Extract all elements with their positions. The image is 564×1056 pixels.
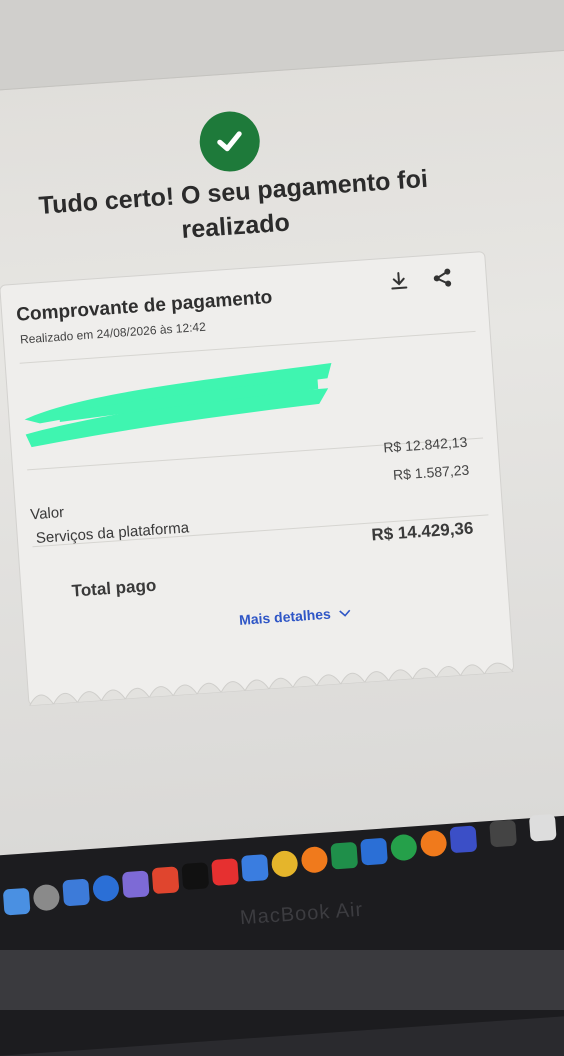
finder-icon[interactable]: [2, 887, 31, 916]
success-check-icon: [197, 109, 262, 174]
receipt-torn-edge: [28, 662, 514, 706]
capcut-icon[interactable]: [181, 862, 210, 891]
platform-fee-label: Serviços da plataforma: [35, 519, 190, 547]
browser-screen: Tudo certo! O seu pagamento foi realizad…: [0, 0, 564, 902]
keyboard-area: [0, 950, 564, 1010]
platform-fee-amount: R$ 1.587,23: [392, 461, 470, 483]
receipt-title: Comprovante de pagamento: [15, 286, 273, 326]
excel-icon[interactable]: [330, 841, 359, 870]
download-icon[interactable]: [387, 269, 410, 292]
activity-monitor-icon[interactable]: [489, 819, 517, 848]
signal-icon[interactable]: [241, 854, 269, 882]
value-amount: R$ 12.842,13: [382, 433, 468, 456]
redacted-info: [24, 362, 332, 448]
total-label: Total pago: [71, 575, 157, 601]
page-title: Tudo certo! O seu pagamento foi realizad…: [37, 164, 429, 245]
browser-top-bar: [0, 0, 564, 95]
firefox-icon[interactable]: [419, 829, 448, 858]
whatsapp-icon[interactable]: [389, 833, 418, 862]
more-details-link[interactable]: Mais detalhes: [239, 604, 352, 628]
total-amount: R$ 14.429,36: [370, 518, 474, 545]
chrome-icon[interactable]: [270, 849, 299, 878]
chevron-down-icon: [338, 604, 351, 621]
notes-icon[interactable]: [121, 870, 150, 899]
value-label: Valor: [29, 503, 65, 524]
wps-icon[interactable]: [151, 866, 180, 895]
youtube-icon[interactable]: [211, 858, 239, 886]
more-details-label: Mais detalhes: [238, 605, 332, 628]
receipt-card: Comprovante de pagamento Realizado em 24…: [0, 250, 515, 706]
share-icon[interactable]: [431, 266, 454, 289]
outlook-icon[interactable]: [360, 837, 388, 866]
files-icon[interactable]: [62, 878, 91, 907]
app-icon[interactable]: [528, 813, 557, 842]
app-icon[interactable]: [449, 825, 478, 854]
firefox-icon[interactable]: [300, 845, 329, 874]
